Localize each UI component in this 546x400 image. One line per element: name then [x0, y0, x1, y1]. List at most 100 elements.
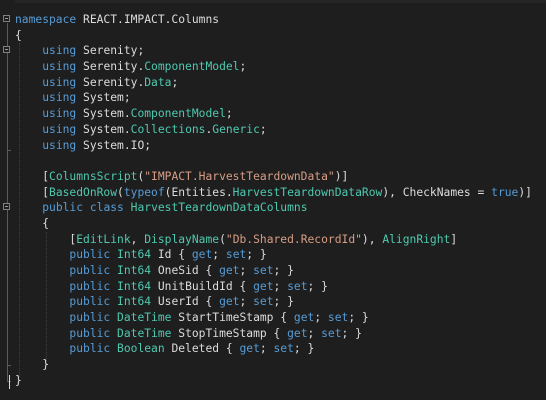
code-token: using: [42, 75, 77, 89]
code-line[interactable]: using Serenity.Data;: [15, 75, 546, 91]
code-line[interactable]: public DateTime StopTimeStamp { get; set…: [15, 326, 546, 342]
code-line[interactable]: }: [15, 357, 546, 373]
code-line[interactable]: public Int64 UserId { get; set; }: [15, 294, 546, 310]
code-line[interactable]: }: [15, 373, 546, 389]
code-line[interactable]: namespace REACT.IMPACT.Columns: [15, 12, 546, 28]
code-line[interactable]: [EditLink, DisplayName("Db.Shared.Record…: [15, 232, 546, 248]
code-token: System.IO;: [76, 138, 152, 152]
code-token: using: [42, 44, 77, 58]
code-token: [: [15, 232, 77, 246]
code-token: StopTimeStamp {: [171, 326, 288, 340]
code-token: OneSid {: [151, 264, 220, 277]
code-token: ; }: [273, 295, 294, 309]
code-token: set: [321, 326, 342, 340]
code-token: ,: [130, 232, 145, 246]
code-token: Int64: [117, 264, 152, 277]
code-token: ; }: [273, 264, 294, 277]
code-token: EditLink: [76, 232, 131, 246]
code-line[interactable]: public DateTime StartTimeStamp { get; se…: [15, 310, 546, 326]
usings-fold-line: [7, 54, 8, 150]
code-token: namespace: [15, 13, 77, 26]
code-token: public: [69, 248, 111, 262]
code-token: Serenity;: [76, 44, 145, 58]
code-line[interactable]: using Serenity.ComponentModel;: [15, 59, 546, 75]
code-token: System.: [76, 122, 131, 136]
code-token: HarvestTeardownDataRow: [232, 185, 383, 199]
code-token: }: [15, 373, 22, 387]
collapse-usings-icon[interactable]: [3, 46, 10, 53]
code-token: System;: [76, 91, 131, 105]
code-token: ;: [307, 326, 322, 340]
code-editor[interactable]: namespace REACT.IMPACT.Columns{ using Se…: [0, 0, 546, 400]
code-line[interactable]: [ColumnsScript("IMPACT.HarvestTeardownDa…: [15, 169, 546, 185]
code-line[interactable]: using System;: [15, 90, 546, 106]
code-token: Int64: [117, 279, 152, 293]
code-token: using: [42, 107, 77, 121]
code-token: ColumnsScript: [49, 169, 138, 183]
code-token: ; }: [341, 326, 362, 340]
code-line[interactable]: using Serenity;: [15, 43, 546, 59]
code-token: ), CheckNames =: [382, 185, 492, 199]
code-token: {: [15, 216, 50, 230]
code-line[interactable]: public Int64 UnitBuildId { get; set; }: [15, 279, 546, 295]
code-token: ComponentModel: [130, 107, 226, 121]
code-token: get: [219, 264, 240, 277]
code-token: class: [89, 201, 124, 215]
code-token: UserId {: [151, 295, 220, 309]
code-token: Deleted {: [164, 342, 240, 356]
code-token: ; }: [348, 311, 369, 325]
code-token: StartTimeStamp {: [171, 311, 294, 325]
code-token: HarvestTeardownDataColumns: [130, 201, 308, 215]
code-token: ;: [239, 60, 247, 74]
code-line[interactable]: {: [15, 28, 546, 44]
code-line[interactable]: [15, 153, 546, 169]
code-token: public: [69, 311, 111, 325]
code-token: Id {: [151, 248, 192, 262]
code-token: Generic: [212, 122, 260, 136]
code-line[interactable]: [BasedOnRow(typeof(Entities.HarvestTeard…: [15, 185, 546, 201]
code-token: Serenity.: [76, 60, 145, 74]
code-token: public: [69, 279, 111, 293]
code-token: Int64: [117, 248, 152, 262]
code-line[interactable]: using System.Collections.Generic;: [15, 122, 546, 138]
code-token: set: [253, 295, 274, 309]
code-line[interactable]: using System.IO;: [15, 138, 546, 154]
code-line[interactable]: public Boolean Deleted { get; set; }: [15, 341, 546, 357]
code-token: DateTime: [117, 311, 172, 325]
code-token: ;: [239, 295, 254, 309]
code-token: set: [327, 311, 349, 325]
code-line[interactable]: {: [15, 216, 546, 232]
code-token: {: [15, 28, 22, 42]
code-line[interactable]: public Int64 Id { get; set; }: [15, 247, 546, 263]
collapse-class-icon[interactable]: [3, 203, 10, 210]
code-token: Int64: [117, 295, 152, 309]
code-token: public: [42, 201, 84, 215]
code-token: get: [239, 342, 260, 356]
code-line[interactable]: using System.ComponentModel;: [15, 106, 546, 122]
code-line[interactable]: public class HarvestTeardownDataColumns: [15, 200, 546, 216]
code-token: )]: [334, 169, 349, 183]
usings-fold-end: [7, 150, 11, 151]
code-token: ; }: [293, 342, 315, 356]
collapse-namespace-icon[interactable]: [3, 15, 10, 22]
code-token: set: [253, 264, 274, 277]
code-token: ;: [259, 122, 267, 136]
code-token: ;: [273, 279, 288, 293]
code-token: public: [69, 342, 111, 356]
code-token: Boolean: [117, 342, 165, 356]
code-token: ; }: [246, 248, 267, 262]
code-line[interactable]: public Int64 OneSid { get; set; }: [15, 263, 546, 279]
code-token: Data: [144, 75, 172, 89]
code-token: ;: [239, 264, 254, 277]
code-text-area[interactable]: namespace REACT.IMPACT.Columns{ using Se…: [15, 12, 546, 389]
